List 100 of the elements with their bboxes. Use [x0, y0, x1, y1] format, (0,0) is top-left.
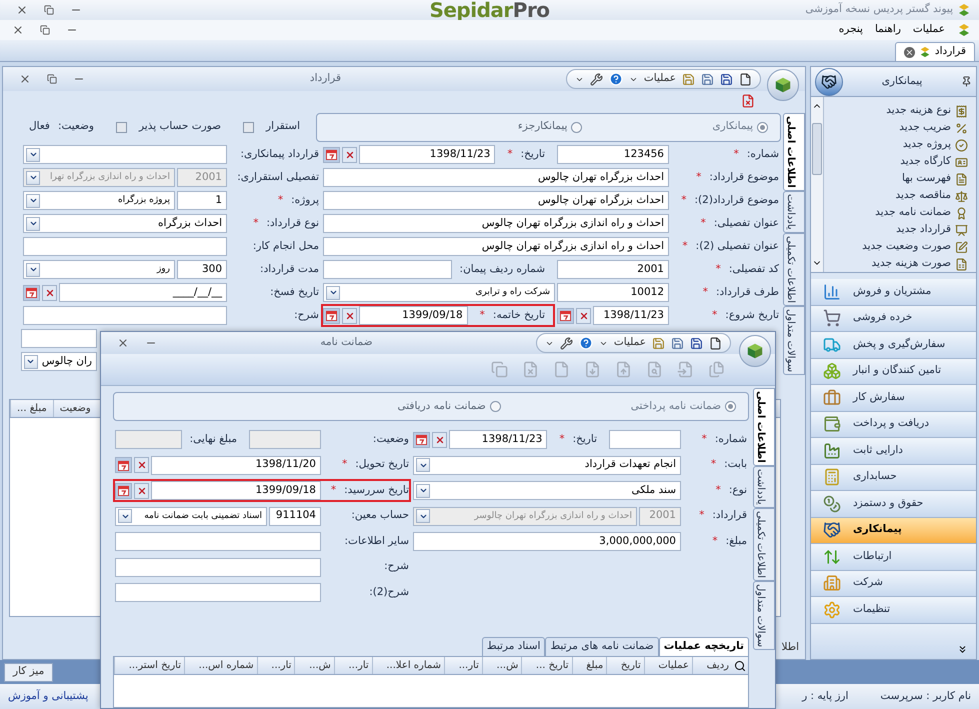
calendar-button[interactable]: [323, 308, 340, 324]
help-icon[interactable]: [578, 336, 593, 350]
column-header[interactable]: تار...: [444, 657, 482, 674]
module-button[interactable]: تنظیمات: [811, 597, 976, 624]
column-header[interactable]: ش...: [482, 657, 522, 674]
column-header[interactable]: ش...: [294, 657, 334, 674]
column-header[interactable]: شماره اس...: [184, 657, 257, 674]
dropdown-button[interactable]: [26, 262, 40, 276]
restore-icon[interactable]: [47, 74, 57, 84]
input-field[interactable]: 123456: [557, 145, 669, 164]
close-icon[interactable]: [117, 337, 129, 349]
calendar-button[interactable]: [115, 457, 132, 474]
combo-box[interactable]: انجام تعهدات قرارداد: [413, 456, 681, 475]
date-field[interactable]: 1398/11/23: [359, 145, 496, 164]
logo-button[interactable]: [767, 69, 799, 101]
input-field[interactable]: 911104: [269, 506, 321, 526]
input-field[interactable]: [23, 237, 227, 256]
save-icon[interactable]: [720, 72, 733, 86]
combo-box[interactable]: سند ملکی: [413, 481, 681, 500]
scrollbar[interactable]: [811, 97, 824, 272]
side-tab[interactable]: سوالات متداول: [753, 580, 775, 650]
date-field[interactable]: ____/__/__: [59, 283, 227, 302]
input-field[interactable]: 10012: [557, 283, 669, 302]
calendar-button[interactable]: [557, 308, 574, 324]
module-button[interactable]: سفارش‌گیری و پخش: [811, 332, 976, 358]
task-link[interactable]: صورت هزینه جدید: [872, 256, 951, 272]
column-header[interactable]: ردیف: [692, 657, 732, 674]
restore-icon[interactable]: [40, 25, 50, 35]
task-link[interactable]: ضمانت نامه جدید: [875, 205, 951, 221]
menu-item[interactable]: پنجره: [838, 22, 863, 38]
clear-button[interactable]: [134, 482, 149, 499]
task-link[interactable]: قرارداد جدید: [896, 222, 951, 238]
clear-button[interactable]: [134, 457, 149, 474]
input-field[interactable]: 3,000,000,000: [413, 532, 681, 552]
radio-option[interactable]: ضمانت نامه دریافتی: [398, 398, 501, 414]
input-field[interactable]: [115, 532, 321, 552]
calendar-button[interactable]: [413, 432, 430, 448]
module-button[interactable]: حسابداری: [811, 464, 976, 491]
input-field[interactable]: [323, 260, 452, 279]
pin-icon[interactable]: [961, 76, 972, 87]
close-icon[interactable]: [16, 4, 28, 16]
input-field[interactable]: [609, 430, 681, 450]
column-header[interactable]: مبلغ ...: [10, 400, 53, 417]
column-header[interactable]: تاریخ استر...: [114, 657, 184, 674]
document-tab[interactable]: قرارداد: [894, 42, 975, 61]
new-document-icon[interactable]: [739, 72, 752, 86]
expand-icon[interactable]: [957, 644, 968, 655]
task-link[interactable]: فهرست بها: [902, 171, 951, 187]
clear-button[interactable]: [42, 284, 57, 300]
save-icon[interactable]: [701, 72, 714, 86]
column-header[interactable]: تاریخ: [606, 657, 644, 674]
dropdown-button[interactable]: [118, 509, 132, 524]
operations-menu[interactable]: عملیات: [644, 71, 676, 87]
module-button[interactable]: تامین کنندگان و انبار: [811, 358, 976, 385]
task-link[interactable]: کارگاه جدید: [900, 154, 951, 170]
module-button[interactable]: حقوق و دستمزد: [811, 491, 976, 518]
scrollbar-thumb[interactable]: [812, 123, 822, 175]
input-field[interactable]: [23, 306, 227, 325]
module-button[interactable]: دریافت و پرداخت: [811, 412, 976, 438]
calendar-button[interactable]: [323, 146, 340, 162]
date-field[interactable]: 1398/11/23: [593, 306, 669, 325]
column-header[interactable]: مبلغ: [572, 657, 606, 674]
checkbox[interactable]: صورت حساب پذیر: [116, 119, 222, 135]
save-icon[interactable]: [690, 336, 703, 350]
combo-box[interactable]: روز: [23, 260, 175, 279]
column-header[interactable]: شماره اعلا...: [372, 657, 444, 674]
input-field[interactable]: احداث و راه اندازی بزرگراه تهران چالوس: [323, 237, 669, 256]
dropdown-button[interactable]: [416, 484, 430, 498]
save-icon[interactable]: [671, 336, 684, 350]
combo-box[interactable]: شرکت راه و ترابری: [323, 283, 555, 302]
date-field[interactable]: 1399/09/18: [359, 306, 468, 325]
help-icon[interactable]: [608, 72, 623, 86]
file-input-icon[interactable]: [677, 361, 694, 378]
clear-button[interactable]: [342, 146, 357, 162]
task-link[interactable]: پروژه جدید: [902, 137, 951, 153]
clear-button[interactable]: [432, 432, 447, 448]
module-button[interactable]: ارتباطات: [811, 544, 976, 570]
input-field[interactable]: احداث بزرگراه تهران چالوس: [323, 168, 669, 187]
calendar-button[interactable]: [23, 284, 40, 300]
combo-box[interactable]: احداث بزرگراه: [23, 214, 227, 233]
column-header[interactable]: تاریخ ...: [521, 657, 572, 674]
wrench-icon[interactable]: [560, 336, 573, 350]
module-button[interactable]: پیمانکاری: [811, 518, 976, 544]
close-icon[interactable]: [904, 46, 915, 58]
combo-box[interactable]: اسناد تضمینی بابت ضمانت نامه: [115, 506, 267, 526]
checkbox[interactable]: استقرار: [243, 119, 300, 135]
radio-option[interactable]: ضمانت نامه پرداختی: [630, 398, 736, 414]
date-field[interactable]: 1398/11/20: [151, 456, 321, 475]
column-header[interactable]: عملیات: [644, 657, 692, 674]
delete-icon[interactable]: [741, 94, 755, 108]
dropdown-button[interactable]: [26, 194, 40, 208]
date-field[interactable]: 1399/09/18: [151, 481, 321, 500]
dropdown-button[interactable]: [26, 170, 40, 184]
combo-box[interactable]: ران چالوس: [21, 352, 97, 371]
radio-option[interactable]: پیمانکاری: [712, 119, 768, 135]
operations-menu[interactable]: عملیات: [614, 335, 646, 351]
new-document-icon[interactable]: [709, 336, 722, 350]
tab[interactable]: ضمانت نامه های مرتبط: [545, 637, 659, 656]
task-link[interactable]: ضریب جدید: [899, 120, 951, 136]
module-button[interactable]: مشتریان و فروش: [811, 279, 976, 306]
